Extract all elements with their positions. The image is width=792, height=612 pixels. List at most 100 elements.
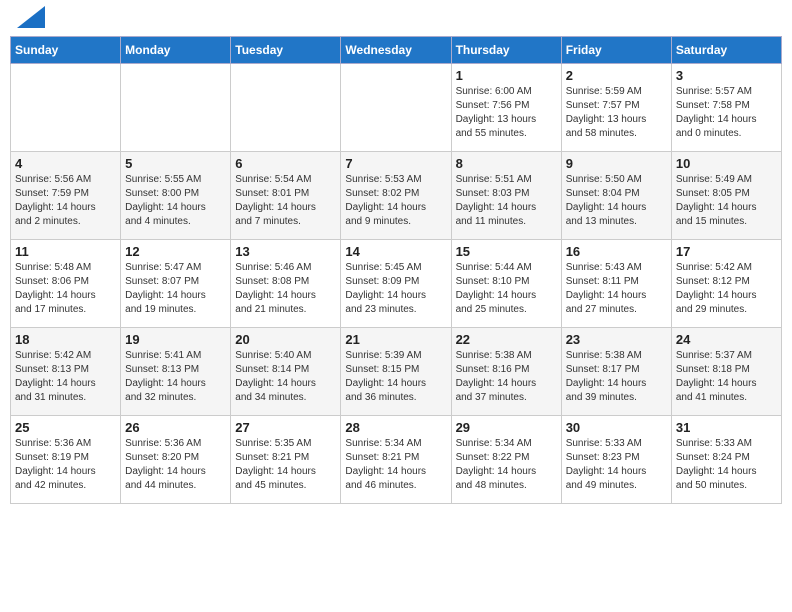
day-info: Sunrise: 5:33 AM Sunset: 8:23 PM Dayligh…	[566, 437, 667, 493]
calendar-cell: 5 Sunrise: 5:55 AM Sunset: 8:00 PM Daylig…	[121, 152, 231, 240]
calendar-cell	[11, 64, 121, 152]
day-info: Sunrise: 6:00 AM Sunset: 7:56 PM Dayligh…	[456, 85, 557, 141]
calendar-cell: 7 Sunrise: 5:53 AM Sunset: 8:02 PM Daylig…	[341, 152, 451, 240]
day-info: Sunrise: 5:48 AM Sunset: 8:06 PM Dayligh…	[15, 261, 116, 317]
calendar-cell: 27 Sunrise: 5:35 AM Sunset: 8:21 PM Dayli…	[231, 416, 341, 504]
day-info: Sunrise: 5:35 AM Sunset: 8:21 PM Dayligh…	[235, 437, 336, 493]
weekday-header-friday: Friday	[561, 37, 671, 64]
day-info: Sunrise: 5:41 AM Sunset: 8:13 PM Dayligh…	[125, 349, 226, 405]
day-info: Sunrise: 5:33 AM Sunset: 8:24 PM Dayligh…	[676, 437, 777, 493]
day-number: 26	[125, 420, 226, 435]
weekday-header-sunday: Sunday	[11, 37, 121, 64]
calendar-cell: 19 Sunrise: 5:41 AM Sunset: 8:13 PM Dayli…	[121, 328, 231, 416]
day-info: Sunrise: 5:54 AM Sunset: 8:01 PM Dayligh…	[235, 173, 336, 229]
day-number: 3	[676, 68, 777, 83]
calendar-cell: 16 Sunrise: 5:43 AM Sunset: 8:11 PM Dayli…	[561, 240, 671, 328]
day-number: 22	[456, 332, 557, 347]
day-number: 16	[566, 244, 667, 259]
calendar-cell: 4 Sunrise: 5:56 AM Sunset: 7:59 PM Daylig…	[11, 152, 121, 240]
day-number: 14	[345, 244, 446, 259]
day-info: Sunrise: 5:53 AM Sunset: 8:02 PM Dayligh…	[345, 173, 446, 229]
weekday-header-row: SundayMondayTuesdayWednesdayThursdayFrid…	[11, 37, 782, 64]
calendar-cell: 23 Sunrise: 5:38 AM Sunset: 8:17 PM Dayli…	[561, 328, 671, 416]
day-number: 7	[345, 156, 446, 171]
calendar-cell: 3 Sunrise: 5:57 AM Sunset: 7:58 PM Daylig…	[671, 64, 781, 152]
weekday-header-wednesday: Wednesday	[341, 37, 451, 64]
weekday-header-monday: Monday	[121, 37, 231, 64]
day-info: Sunrise: 5:36 AM Sunset: 8:20 PM Dayligh…	[125, 437, 226, 493]
day-number: 11	[15, 244, 116, 259]
day-number: 8	[456, 156, 557, 171]
day-number: 31	[676, 420, 777, 435]
day-number: 6	[235, 156, 336, 171]
day-info: Sunrise: 5:49 AM Sunset: 8:05 PM Dayligh…	[676, 173, 777, 229]
calendar-table: SundayMondayTuesdayWednesdayThursdayFrid…	[10, 36, 782, 504]
calendar-cell: 8 Sunrise: 5:51 AM Sunset: 8:03 PM Daylig…	[451, 152, 561, 240]
calendar-cell: 31 Sunrise: 5:33 AM Sunset: 8:24 PM Dayli…	[671, 416, 781, 504]
day-number: 20	[235, 332, 336, 347]
calendar-cell: 10 Sunrise: 5:49 AM Sunset: 8:05 PM Dayli…	[671, 152, 781, 240]
day-number: 4	[15, 156, 116, 171]
day-number: 28	[345, 420, 446, 435]
calendar-cell: 29 Sunrise: 5:34 AM Sunset: 8:22 PM Dayli…	[451, 416, 561, 504]
day-info: Sunrise: 5:57 AM Sunset: 7:58 PM Dayligh…	[676, 85, 777, 141]
calendar-cell: 2 Sunrise: 5:59 AM Sunset: 7:57 PM Daylig…	[561, 64, 671, 152]
day-number: 12	[125, 244, 226, 259]
day-info: Sunrise: 5:38 AM Sunset: 8:17 PM Dayligh…	[566, 349, 667, 405]
day-info: Sunrise: 5:34 AM Sunset: 8:21 PM Dayligh…	[345, 437, 446, 493]
day-number: 2	[566, 68, 667, 83]
day-info: Sunrise: 5:47 AM Sunset: 8:07 PM Dayligh…	[125, 261, 226, 317]
logo-icon	[17, 6, 45, 28]
day-info: Sunrise: 5:50 AM Sunset: 8:04 PM Dayligh…	[566, 173, 667, 229]
day-info: Sunrise: 5:36 AM Sunset: 8:19 PM Dayligh…	[15, 437, 116, 493]
day-number: 27	[235, 420, 336, 435]
calendar-cell: 30 Sunrise: 5:33 AM Sunset: 8:23 PM Dayli…	[561, 416, 671, 504]
day-info: Sunrise: 5:56 AM Sunset: 7:59 PM Dayligh…	[15, 173, 116, 229]
calendar-cell	[121, 64, 231, 152]
day-number: 18	[15, 332, 116, 347]
calendar-cell: 9 Sunrise: 5:50 AM Sunset: 8:04 PM Daylig…	[561, 152, 671, 240]
calendar-week-5: 25Sunrise: 5:36 AM Sunset: 8:19 PM Dayli…	[11, 416, 782, 504]
day-info: Sunrise: 5:44 AM Sunset: 8:10 PM Dayligh…	[456, 261, 557, 317]
day-number: 17	[676, 244, 777, 259]
day-number: 30	[566, 420, 667, 435]
day-number: 29	[456, 420, 557, 435]
day-info: Sunrise: 5:42 AM Sunset: 8:13 PM Dayligh…	[15, 349, 116, 405]
weekday-header-thursday: Thursday	[451, 37, 561, 64]
page-header	[10, 10, 782, 28]
calendar-cell	[341, 64, 451, 152]
calendar-cell: 11 Sunrise: 5:48 AM Sunset: 8:06 PM Dayli…	[11, 240, 121, 328]
day-info: Sunrise: 5:45 AM Sunset: 8:09 PM Dayligh…	[345, 261, 446, 317]
day-number: 13	[235, 244, 336, 259]
day-number: 15	[456, 244, 557, 259]
day-number: 5	[125, 156, 226, 171]
day-info: Sunrise: 5:55 AM Sunset: 8:00 PM Dayligh…	[125, 173, 226, 229]
calendar-week-2: 4 Sunrise: 5:56 AM Sunset: 7:59 PM Daylig…	[11, 152, 782, 240]
calendar-cell: 18 Sunrise: 5:42 AM Sunset: 8:13 PM Dayli…	[11, 328, 121, 416]
calendar-cell: 21 Sunrise: 5:39 AM Sunset: 8:15 PM Dayli…	[341, 328, 451, 416]
calendar-cell: 25Sunrise: 5:36 AM Sunset: 8:19 PM Dayli…	[11, 416, 121, 504]
day-number: 1	[456, 68, 557, 83]
calendar-cell: 26 Sunrise: 5:36 AM Sunset: 8:20 PM Dayli…	[121, 416, 231, 504]
day-number: 19	[125, 332, 226, 347]
day-number: 23	[566, 332, 667, 347]
calendar-cell: 20Sunrise: 5:40 AM Sunset: 8:14 PM Dayli…	[231, 328, 341, 416]
calendar-week-4: 18 Sunrise: 5:42 AM Sunset: 8:13 PM Dayli…	[11, 328, 782, 416]
day-info: Sunrise: 5:34 AM Sunset: 8:22 PM Dayligh…	[456, 437, 557, 493]
day-info: Sunrise: 5:59 AM Sunset: 7:57 PM Dayligh…	[566, 85, 667, 141]
day-number: 21	[345, 332, 446, 347]
calendar-week-3: 11 Sunrise: 5:48 AM Sunset: 8:06 PM Dayli…	[11, 240, 782, 328]
day-info: Sunrise: 5:39 AM Sunset: 8:15 PM Dayligh…	[345, 349, 446, 405]
day-info: Sunrise: 5:38 AM Sunset: 8:16 PM Dayligh…	[456, 349, 557, 405]
day-info: Sunrise: 5:42 AM Sunset: 8:12 PM Dayligh…	[676, 261, 777, 317]
calendar-cell: 1 Sunrise: 6:00 AM Sunset: 7:56 PM Daylig…	[451, 64, 561, 152]
calendar-week-1: 1 Sunrise: 6:00 AM Sunset: 7:56 PM Daylig…	[11, 64, 782, 152]
day-info: Sunrise: 5:51 AM Sunset: 8:03 PM Dayligh…	[456, 173, 557, 229]
day-number: 10	[676, 156, 777, 171]
day-info: Sunrise: 5:43 AM Sunset: 8:11 PM Dayligh…	[566, 261, 667, 317]
calendar-cell: 15 Sunrise: 5:44 AM Sunset: 8:10 PM Dayli…	[451, 240, 561, 328]
calendar-cell: 6 Sunrise: 5:54 AM Sunset: 8:01 PM Daylig…	[231, 152, 341, 240]
weekday-header-saturday: Saturday	[671, 37, 781, 64]
day-number: 9	[566, 156, 667, 171]
weekday-header-tuesday: Tuesday	[231, 37, 341, 64]
